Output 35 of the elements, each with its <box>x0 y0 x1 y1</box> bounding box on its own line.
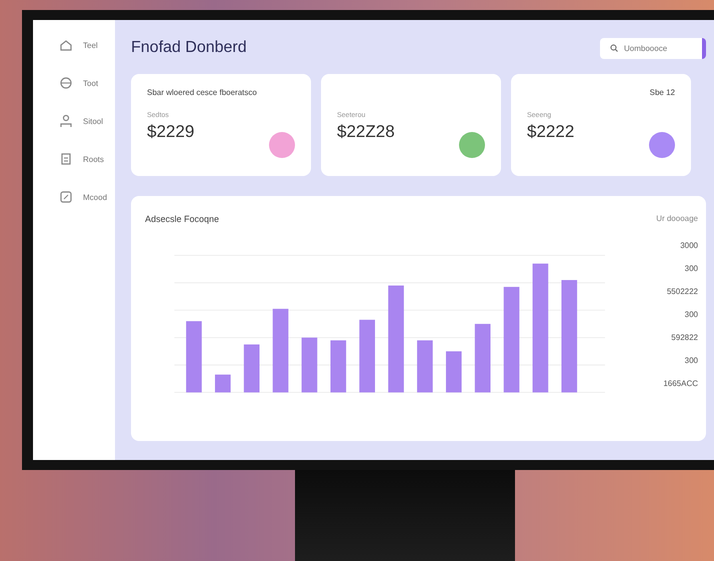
user-icon <box>59 114 73 128</box>
legend-value: 300 <box>684 264 698 273</box>
chart-bar <box>446 351 462 392</box>
card-value: $22Z28 <box>337 122 396 142</box>
card-value: $2222 <box>527 122 576 142</box>
dashboard-title: Fnofad Donberd <box>131 39 247 57</box>
chart-title: Adsecsle Focoqne <box>145 214 220 224</box>
legend-value: 3000 <box>680 241 698 250</box>
sidebar-item[interactable]: Sitool <box>33 111 115 131</box>
sidebar-item[interactable]: Mcood <box>33 187 115 207</box>
card-caption: Sbar wloered cesce fboeratsco <box>147 88 258 99</box>
globe-icon <box>59 76 73 90</box>
legend-value: 300 <box>684 310 698 319</box>
chart-bar <box>186 321 202 392</box>
search-icon <box>610 44 618 52</box>
home-icon <box>59 38 73 52</box>
legend-value: 592822 <box>671 333 698 342</box>
chart-bar <box>417 340 433 392</box>
sidebar-item[interactable]: Toot <box>33 73 115 93</box>
legend-value: 1665ACC <box>663 379 698 388</box>
card-caption: Sbe 12 <box>648 88 675 99</box>
chart-bar <box>474 324 490 392</box>
chart-bar <box>302 338 318 392</box>
edit-icon <box>59 190 73 204</box>
legend-value: 5502222 <box>666 287 698 296</box>
chart-bar <box>244 344 260 392</box>
legend-label: Ur doooage <box>656 214 698 223</box>
legend-value: 300 <box>684 356 698 365</box>
chart-bar <box>214 374 231 392</box>
card-value: $2229 <box>147 122 196 142</box>
chart-bar <box>330 340 346 392</box>
search-field[interactable]: Uomboooce <box>600 38 706 58</box>
sidebar-item[interactable]: Roots <box>33 149 115 169</box>
document-icon <box>59 152 73 166</box>
sidebar-item[interactable]: Teel <box>33 35 115 55</box>
